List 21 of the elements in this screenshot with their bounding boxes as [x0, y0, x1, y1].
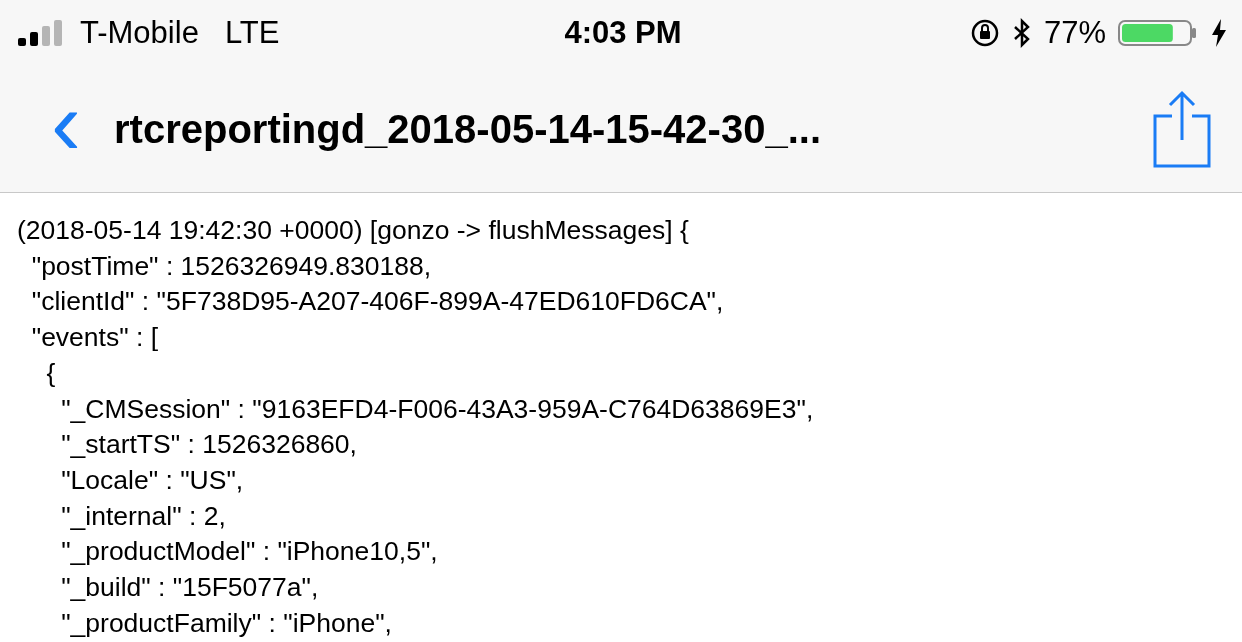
- log-line: "_build" : "15F5077a",: [60, 571, 320, 605]
- clock-time: 4:03 PM: [564, 15, 682, 51]
- log-line: (2018-05-14 19:42:30 +0000) [gonzo -> flushMessages] {: [17, 214, 690, 247]
- share-button[interactable]: [1152, 89, 1212, 169]
- log-line: "_productFamily" : "iPhone",: [60, 606, 393, 640]
- log-line: "clientId" : "5F738D95-A207-406F-899A-47ED610FD6CA",: [30, 285, 725, 319]
- file-title: rtcreportingd_2018-05-14-15-42-30_...: [114, 106, 822, 152]
- network-type: LTE: [224, 15, 280, 51]
- log-line: "_CMSession" : "9163EFD4-F006-43A3-959A-C764D63869E3",: [60, 392, 815, 426]
- log-line: "events" : [: [30, 321, 160, 355]
- log-line: "_productModel" : "iPhone10,5",: [60, 535, 439, 569]
- rotation-lock-icon: [969, 18, 1000, 48]
- carrier-name: T-Mobile: [80, 15, 199, 51]
- back-button[interactable]: ‹: [36, 78, 96, 180]
- log-line: "_internal" : 2,: [60, 499, 227, 533]
- log-line: {: [45, 356, 57, 390]
- battery-icon: [1118, 18, 1198, 48]
- battery-percentage: 77%: [1043, 15, 1106, 51]
- log-line: "Locale" : "US",: [60, 463, 245, 497]
- log-line: "_startTS" : 1526326860,: [60, 428, 358, 462]
- log-line: "postTime" : 1526326949.830188,: [30, 249, 433, 283]
